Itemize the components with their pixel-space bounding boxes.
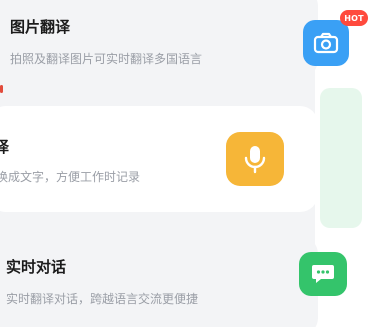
feature-subtitle: 实时翻译对话，跨越语言交流更便捷	[6, 292, 199, 306]
edge-marker	[0, 85, 3, 93]
feature-title: 实时对话	[6, 258, 67, 276]
camera-icon-tile[interactable]	[303, 20, 349, 66]
feature-card-live-conversation[interactable]: 实时对话 实时翻译对话，跨越语言交流更便捷	[0, 236, 347, 327]
hot-badge: HOT	[340, 10, 368, 26]
microphone-icon	[244, 146, 266, 174]
feature-subtitle: 换成文字，方便工作时记录	[0, 170, 141, 184]
camera-icon	[313, 32, 339, 54]
feature-card-voice-translate[interactable]: 译 换成文字，方便工作时记录	[0, 106, 318, 212]
feature-subtitle: 拍照及翻译图片可实时翻译多国语言	[10, 52, 203, 66]
feature-title: 译	[0, 138, 10, 156]
feature-title: 图片翻译	[10, 18, 71, 36]
microphone-icon-tile[interactable]	[226, 132, 284, 186]
feature-card-image-translate[interactable]: 图片翻译 拍照及翻译图片可实时翻译多国语言 HOT	[0, 0, 368, 78]
chat-bubble-icon	[312, 265, 334, 283]
side-card-peek	[320, 88, 362, 228]
chat-bubble-icon-tile[interactable]	[299, 252, 347, 296]
